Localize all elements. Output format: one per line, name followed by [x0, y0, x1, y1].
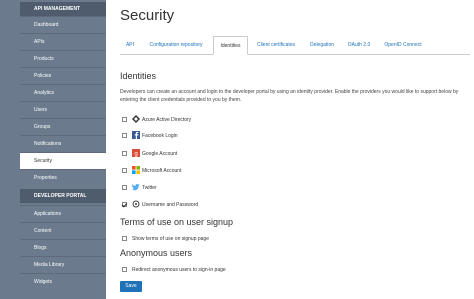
terms-option-label: Show terms of use on signup page — [132, 236, 209, 242]
sidebar-item-notifications[interactable]: Notifications — [20, 135, 106, 152]
facebook-icon — [132, 131, 140, 139]
provider-label: Google Account — [142, 151, 178, 157]
provider-label: Facebook Login — [142, 133, 178, 139]
terms-heading: Terms of use on user signup — [120, 217, 234, 227]
tab-bar: API Configuration repository Identities … — [120, 36, 470, 55]
page-title: Security — [120, 7, 175, 24]
facebook-checkbox[interactable] — [122, 133, 127, 138]
svg-text:g: g — [134, 152, 137, 158]
username-password-checkbox[interactable] — [122, 202, 127, 207]
main-content: Security API Configuration repository Id… — [106, 0, 474, 299]
azure-icon — [132, 115, 140, 123]
google-icon: g — [132, 149, 140, 157]
provider-label: Microsoft Account — [142, 168, 182, 174]
terms-checkbox[interactable] — [122, 236, 127, 241]
twitter-icon — [132, 184, 140, 191]
sidebar-header-developer-portal: DEVELOPER PORTAL — [20, 189, 106, 203]
tab-oauth[interactable]: OAuth 2.0 — [344, 36, 374, 54]
sidebar-item-users[interactable]: Users — [20, 101, 106, 118]
anonymous-heading: Anonymous users — [120, 248, 193, 258]
sidebar-item-widgets[interactable]: Widgets — [20, 273, 106, 290]
identities-description: Developers can create an account and log… — [120, 89, 459, 103]
sidebar-item-groups[interactable]: Groups — [20, 118, 106, 135]
sidebar-item-dashboard[interactable]: Dashboard — [20, 16, 106, 33]
anonymous-checkbox[interactable] — [122, 267, 127, 272]
tab-api[interactable]: API — [120, 36, 140, 54]
sidebar-item-blogs[interactable]: Blogs — [20, 239, 106, 256]
user-password-icon — [132, 200, 140, 208]
sidebar-item-applications[interactable]: Applications — [20, 205, 106, 222]
tab-delegation[interactable]: Delegation — [304, 36, 340, 54]
save-button[interactable]: Save — [120, 281, 142, 292]
twitter-checkbox[interactable] — [122, 185, 127, 190]
sidebar: API MANAGEMENT Dashboard APIs Products P… — [0, 0, 106, 299]
google-checkbox[interactable] — [122, 151, 127, 156]
sidebar-item-apis[interactable]: APIs — [20, 33, 106, 50]
provider-label: Username and Password — [142, 202, 199, 208]
sidebar-item-content[interactable]: Content — [20, 222, 106, 239]
microsoft-checkbox[interactable] — [122, 168, 127, 173]
sidebar-item-media-library[interactable]: Media Library — [20, 256, 106, 273]
azure-checkbox[interactable] — [122, 117, 127, 122]
provider-label: Twitter — [142, 185, 157, 191]
sidebar-item-analytics[interactable]: Analytics — [20, 84, 106, 101]
sidebar-item-policies[interactable]: Policies — [20, 67, 106, 84]
tab-client-certificates[interactable]: Client certificates — [252, 36, 300, 54]
tab-identities[interactable]: Identities — [213, 36, 248, 55]
identities-heading: Identities — [120, 71, 157, 81]
sidebar-item-properties[interactable]: Properties — [20, 169, 106, 186]
anonymous-option-label: Redirect anonymous users to sign-in page — [132, 267, 226, 273]
sidebar-item-products[interactable]: Products — [20, 50, 106, 67]
sidebar-header-api-management: API MANAGEMENT — [20, 2, 106, 16]
provider-label: Azure Active Directory — [142, 117, 192, 123]
tab-openid-connect[interactable]: OpenID Connect — [378, 36, 428, 54]
sidebar-item-security[interactable]: Security — [20, 152, 106, 169]
microsoft-icon — [132, 166, 140, 174]
tab-configuration-repository[interactable]: Configuration repository — [142, 36, 210, 54]
